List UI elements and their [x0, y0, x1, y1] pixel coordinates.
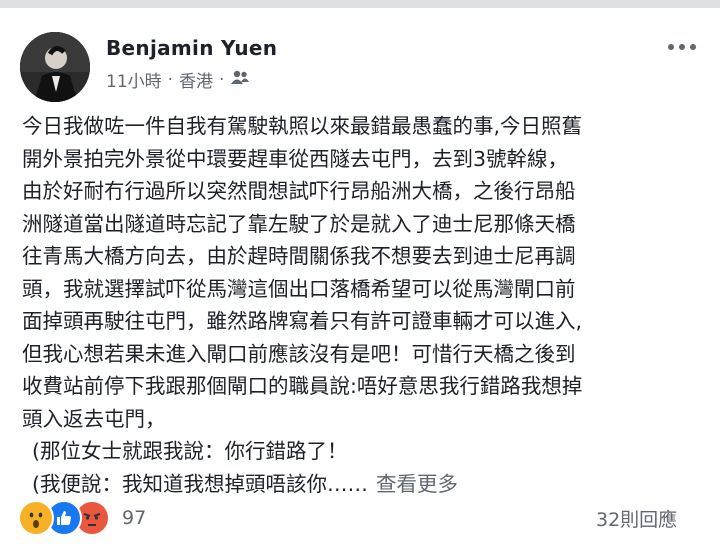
- top-band: [0, 0, 720, 8]
- reactions-summary[interactable]: 97: [18, 500, 146, 536]
- reaction-count[interactable]: 97: [122, 507, 146, 529]
- post-line: 今日我做咗一件自我有駕駛執照以來最錯最愚蠢的事,今日照舊: [22, 114, 583, 138]
- post-line: 往青馬大橋方向去，由於趕時間關係我不想要去到迪士尼再調: [22, 244, 576, 268]
- post-line: 面掉頭再駛往屯門，雖然路牌寫着只有許可證車輛才可以進入,: [22, 309, 583, 333]
- post-line-text: (我便說：我知道我想掉頭唔該你……: [32, 471, 368, 496]
- post-location[interactable]: 香港: [179, 67, 213, 92]
- more-options-icon[interactable]: [668, 44, 696, 50]
- post-line-last: (我便說：我知道我想掉頭唔該你…… 查看更多: [22, 468, 712, 501]
- post-line: 頭，我就選擇試吓從馬灣這個出口落橋希望可以從馬灣閘口前: [22, 276, 576, 301]
- post-line: 收費站前停下我跟那個閘口的職員說:唔好意思我行錯路我想掉: [22, 374, 583, 398]
- friends-icon[interactable]: [230, 69, 250, 90]
- meta-separator: ·: [167, 69, 174, 90]
- post-line: 但我心想若果未進入閘口前應該沒有是吧！可惜行天橋之後到: [22, 341, 576, 366]
- post-line: 頭入返去屯門，: [22, 406, 166, 431]
- post-line: 洲隧道當出隧道時忘記了靠左駛了於是就入了迪士尼那條天橋: [22, 211, 576, 236]
- post-line: (那位女士就跟我說：你行錯路了！: [32, 439, 348, 463]
- post-time[interactable]: 11小時: [106, 67, 162, 92]
- post-meta: 11小時 · 香港 ·: [106, 67, 250, 92]
- author-name[interactable]: Benjamin Yuen: [106, 36, 277, 60]
- comment-count[interactable]: 32則回應: [596, 505, 677, 532]
- post-line: 開外景拍完外景從中環要趕車從西隧去屯門，去到3號幹線，: [22, 146, 569, 171]
- post-line: 由於好耐冇行過所以突然間想試吓行昂船洲大橋，之後行昂船: [22, 179, 576, 203]
- avatar-image: [20, 32, 90, 102]
- avatar[interactable]: [20, 32, 90, 102]
- meta-separator-2: ·: [219, 69, 225, 90]
- post-text: 今日我做咗一件自我有駕駛執照以來最錯最愚蠢的事,今日照舊 開外景拍完外景從中環要…: [22, 110, 712, 500]
- wow-reaction-icon: [18, 500, 54, 536]
- see-more-link[interactable]: 查看更多: [376, 472, 458, 496]
